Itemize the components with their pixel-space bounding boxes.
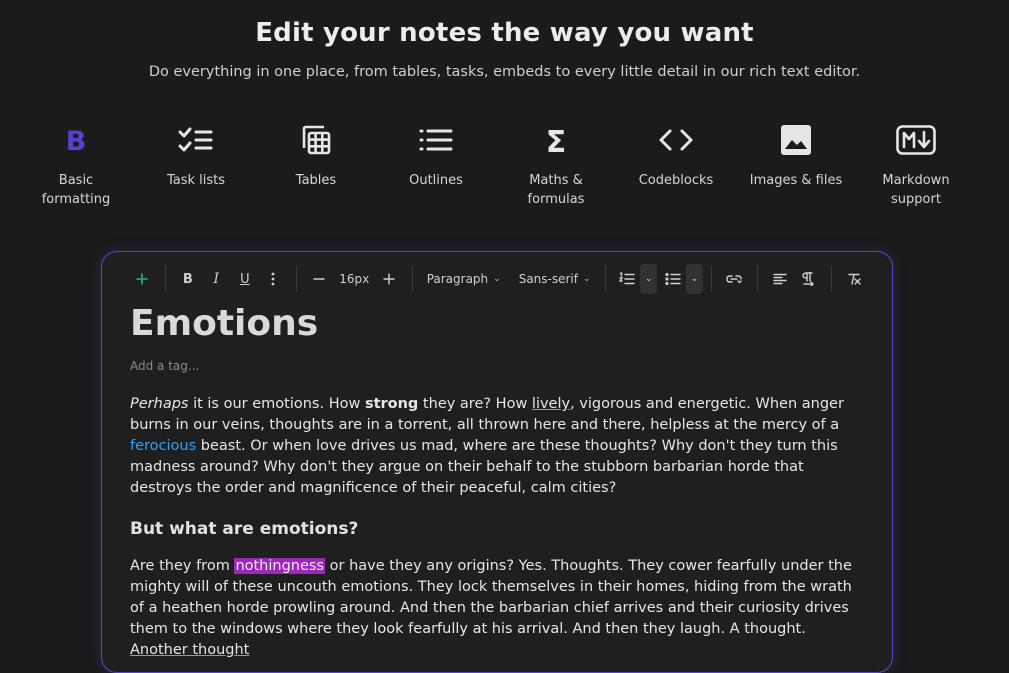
toolbar-divider — [756, 266, 758, 292]
paragraph-direction-icon — [802, 272, 815, 286]
numbered-list-options-button[interactable]: ⌄ — [640, 264, 658, 294]
plus-icon — [383, 273, 396, 285]
image-icon — [736, 118, 856, 162]
numbered-list-icon — [618, 272, 635, 285]
italic-button[interactable]: I — [202, 265, 231, 293]
document-body[interactable]: Emotions Add a tag... Perhaps it is our … — [130, 302, 865, 661]
toolbar-divider — [711, 266, 712, 292]
section-heading[interactable]: But what are emotions? — [130, 519, 865, 539]
paragraph-2[interactable]: Are they from nothingness or have they a… — [130, 556, 865, 661]
feature-codeblocks: Codeblocks — [616, 118, 736, 190]
minus-icon — [313, 278, 325, 280]
bold-icon: B — [16, 118, 136, 162]
feature-markdown-support: Markdown support — [856, 118, 976, 209]
feature-outlines: Outlines — [376, 118, 496, 190]
clear-format-icon — [848, 273, 861, 285]
feature-basic-formatting: B Basic formatting — [16, 118, 136, 209]
chevron-down-icon: ⌄ — [644, 274, 653, 284]
highlighted-text: nothingness — [234, 558, 326, 574]
font-size-value[interactable]: 16px — [333, 265, 375, 293]
document-title[interactable]: Emotions — [130, 302, 865, 346]
text-run: they are? How — [418, 396, 532, 412]
feature-maths-formulas: Σ Maths & formulas — [496, 118, 616, 209]
chevron-down-icon: ⌄ — [583, 274, 591, 284]
table-icon — [256, 118, 376, 162]
block-type-label: Paragraph — [426, 272, 489, 286]
plus-icon — [136, 273, 149, 285]
bullet-list-icon — [664, 272, 681, 286]
feature-task-lists: Task lists — [136, 118, 256, 190]
toolbar-divider — [411, 266, 413, 292]
font-family-select[interactable]: Sans-serif ⌄ — [513, 265, 597, 293]
insert-link-button[interactable] — [720, 265, 749, 293]
feature-label: Images & files — [749, 173, 843, 188]
bullet-list-options-button[interactable]: ⌄ — [685, 264, 704, 294]
feature-label: Basic formatting — [41, 173, 111, 207]
toolbar-divider — [830, 266, 832, 292]
feature-label: Task lists — [166, 173, 226, 188]
text-run: beast. Or when love drives us mad, where… — [130, 438, 838, 496]
bold-icon: B — [182, 271, 193, 287]
text-direction-button[interactable] — [794, 265, 823, 293]
feature-label: Codeblocks — [638, 173, 714, 188]
underlined-text: Another thought — [130, 642, 250, 658]
block-type-select[interactable]: Paragraph ⌄ — [421, 265, 507, 293]
text-link[interactable]: ferocious — [130, 438, 196, 454]
add-tag-input[interactable]: Add a tag... — [130, 359, 865, 373]
decrease-font-size-button[interactable] — [305, 265, 334, 293]
link-icon — [726, 275, 742, 284]
align-left-icon — [773, 273, 787, 285]
markdown-icon — [856, 118, 976, 162]
font-family-label: Sans-serif — [518, 272, 578, 286]
editor-panel: B I U 16px Paragraph ⌄ Sans-serif ⌄ ⌄ ⌄ … — [101, 251, 893, 673]
bold-button[interactable]: B — [174, 265, 203, 293]
paragraph-1[interactable]: Perhaps it is our emotions. How strong t… — [130, 394, 865, 499]
svg-text:Σ: Σ — [546, 125, 567, 155]
text-run: Are they from — [130, 558, 235, 574]
more-vertical-icon — [272, 272, 275, 286]
feature-label: Outlines — [409, 173, 463, 188]
feature-label: Maths & formulas — [527, 173, 585, 207]
checklist-icon — [136, 118, 256, 162]
toolbar-divider — [604, 266, 606, 292]
feature-label: Markdown support — [882, 173, 950, 207]
align-button[interactable] — [765, 265, 794, 293]
clear-formatting-button[interactable] — [840, 265, 869, 293]
bold-text: strong — [364, 396, 419, 412]
italic-text: Perhaps — [130, 396, 189, 412]
underlined-text: lively — [531, 396, 571, 412]
feature-label: Tables — [295, 173, 337, 188]
feature-images-files: Images & files — [736, 118, 856, 190]
underline-button[interactable]: U — [231, 265, 260, 293]
bullet-list-button[interactable] — [659, 265, 686, 293]
feature-list: B Basic formatting Task lists Tables Out… — [16, 118, 976, 218]
toolbar-divider — [164, 266, 166, 292]
text-run: it is our emotions. How — [188, 396, 365, 412]
increase-font-size-button[interactable] — [375, 265, 404, 293]
underline-icon: U — [240, 271, 250, 287]
editor-toolbar: B I U 16px Paragraph ⌄ Sans-serif ⌄ ⌄ ⌄ — [128, 264, 868, 294]
outline-list-icon — [376, 118, 496, 162]
svg-text:B: B — [66, 126, 87, 155]
page-title: Edit your notes the way you want — [255, 18, 754, 48]
page-subtitle: Do everything in one place, from tables,… — [148, 64, 861, 80]
feature-tables: Tables — [256, 118, 376, 190]
code-icon — [616, 118, 736, 162]
add-block-button[interactable] — [128, 265, 157, 293]
chevron-down-icon: ⌄ — [690, 274, 699, 284]
numbered-list-button[interactable] — [614, 265, 641, 293]
more-options-button[interactable] — [259, 265, 288, 293]
sigma-icon: Σ — [496, 118, 616, 162]
italic-icon: I — [213, 271, 220, 287]
chevron-down-icon: ⌄ — [493, 274, 501, 284]
toolbar-divider — [295, 266, 297, 292]
